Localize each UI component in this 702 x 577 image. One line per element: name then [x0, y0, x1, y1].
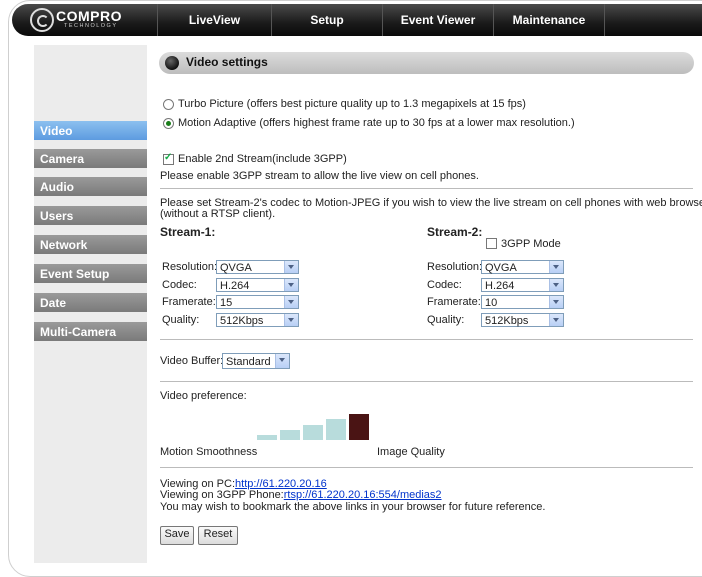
section-header: Video settings — [159, 52, 694, 74]
compro-logo: COMPRO TECHNOLOGY — [30, 8, 126, 32]
stream1-quality-value: 512Kbps — [220, 315, 264, 327]
divider — [160, 381, 693, 382]
sidebar-item-video[interactable]: Video — [34, 121, 147, 141]
codec-note-2: (without a RTSP client). — [160, 208, 276, 220]
sidebar-item-network[interactable]: Network — [34, 235, 147, 255]
3gpp-mode-checkbox[interactable] — [486, 238, 497, 249]
3gpp-mode-label: 3GPP Mode — [501, 238, 561, 250]
preference-step[interactable] — [280, 429, 300, 440]
stream1-resolution-value: QVGA — [220, 262, 252, 274]
divider — [160, 339, 693, 340]
sidebar-item-audio[interactable]: Audio — [34, 177, 147, 197]
sidebar-item-event-setup[interactable]: Event Setup — [34, 264, 147, 284]
chevron-down-icon — [549, 279, 563, 291]
stream1-quality-label: Quality: — [162, 314, 200, 326]
stream1-framerate-select[interactable]: 15 — [216, 295, 299, 309]
phone-view-link[interactable]: rtsp://61.220.20.16:554/medias2 — [284, 489, 442, 501]
bookmark-note: You may wish to bookmark the above links… — [160, 501, 546, 513]
stream1-framerate-label: Framerate: — [162, 296, 216, 308]
stream2-codec-value: H.264 — [485, 280, 515, 292]
sidebar-item-camera[interactable]: Camera — [34, 149, 147, 169]
chevron-down-icon — [284, 261, 298, 273]
stream1-codec-label: Codec: — [162, 279, 197, 291]
stream2-framerate-label: Framerate: — [427, 296, 481, 308]
stream1-title: Stream-1: — [160, 225, 216, 239]
stream1-framerate-value: 15 — [220, 297, 233, 309]
chevron-down-icon — [284, 314, 298, 326]
stream1-codec-value: H.264 — [220, 280, 250, 292]
logo-brand: COMPRO — [56, 8, 122, 24]
stream2-framerate-select[interactable]: 10 — [481, 295, 564, 309]
stream1-resolution-label: Resolution: — [162, 261, 218, 273]
motion-adaptive-radio[interactable] — [163, 118, 174, 129]
preference-step[interactable] — [257, 435, 277, 440]
header-bullet-icon — [165, 56, 179, 70]
video-buffer-value: Standard — [226, 356, 271, 368]
preference-step[interactable] — [349, 414, 369, 440]
turbo-picture-radio[interactable] — [163, 99, 174, 110]
stream2-quality-value: 512Kbps — [485, 315, 529, 327]
stream2-quality-select[interactable]: 512Kbps — [481, 313, 564, 327]
image-quality-label: Image Quality — [377, 446, 445, 458]
tab-maintenance[interactable]: Maintenance — [493, 4, 605, 36]
sidebar: Video Camera Audio Users Network Event S… — [34, 45, 147, 563]
sidebar-item-multi-camera[interactable]: Multi-Camera — [34, 322, 147, 342]
chevron-down-icon — [549, 314, 563, 326]
video-preference-scale[interactable] — [257, 414, 377, 440]
logo-tagline: TECHNOLOGY — [64, 23, 118, 29]
stream1-resolution-select[interactable]: QVGA — [216, 260, 299, 274]
chevron-down-icon — [549, 261, 563, 273]
stream1-quality-select[interactable]: 512Kbps — [216, 313, 299, 327]
tab-event-viewer[interactable]: Event Viewer — [382, 4, 493, 36]
chevron-down-icon — [284, 296, 298, 308]
stream2-resolution-select[interactable]: QVGA — [481, 260, 564, 274]
preference-step[interactable] — [303, 424, 323, 440]
motion-adaptive-label: Motion Adaptive (offers highest frame ra… — [178, 117, 575, 129]
stream2-quality-label: Quality: — [427, 314, 465, 326]
tab-setup[interactable]: Setup — [271, 4, 382, 36]
stream2-codec-label: Codec: — [427, 279, 462, 291]
stream2-codec-select[interactable]: H.264 — [481, 278, 564, 292]
phone-view-label: Viewing on 3GPP Phone: — [160, 489, 284, 501]
stream2-resolution-value: QVGA — [485, 262, 517, 274]
video-buffer-select[interactable]: Standard — [222, 353, 290, 369]
divider — [160, 188, 693, 189]
stream2-resolution-label: Resolution: — [427, 261, 483, 273]
preference-step[interactable] — [326, 419, 346, 440]
page-title: Video settings — [186, 55, 268, 69]
phone-view-row: Viewing on 3GPP Phone:rtsp://61.220.20.1… — [160, 489, 442, 501]
divider — [160, 467, 693, 468]
sidebar-item-users[interactable]: Users — [34, 206, 147, 226]
save-button[interactable]: Save — [160, 526, 194, 545]
motion-smoothness-label: Motion Smoothness — [160, 446, 258, 458]
chevron-down-icon — [549, 296, 563, 308]
video-buffer-label: Video Buffer: — [160, 355, 224, 367]
stream2-title: Stream-2: — [427, 225, 483, 239]
3gpp-hint: Please enable 3GPP stream to allow the l… — [160, 170, 479, 182]
reset-button[interactable]: Reset — [198, 526, 238, 545]
video-preference-label: Video preference: — [160, 390, 247, 402]
turbo-picture-label: Turbo Picture (offers best picture quali… — [178, 98, 526, 110]
stream2-framerate-value: 10 — [485, 297, 498, 309]
stream1-codec-select[interactable]: H.264 — [216, 278, 299, 292]
enable-2nd-stream-label: Enable 2nd Stream(include 3GPP) — [178, 153, 347, 165]
logo-ring-icon — [30, 8, 54, 32]
main-nav: LiveView Setup Event Viewer Maintenance — [157, 4, 605, 36]
chevron-down-icon — [284, 279, 298, 291]
sidebar-item-date[interactable]: Date — [34, 293, 147, 313]
enable-2nd-stream-checkbox[interactable] — [163, 152, 174, 165]
chevron-down-icon — [275, 354, 289, 368]
tab-liveview[interactable]: LiveView — [157, 4, 271, 36]
